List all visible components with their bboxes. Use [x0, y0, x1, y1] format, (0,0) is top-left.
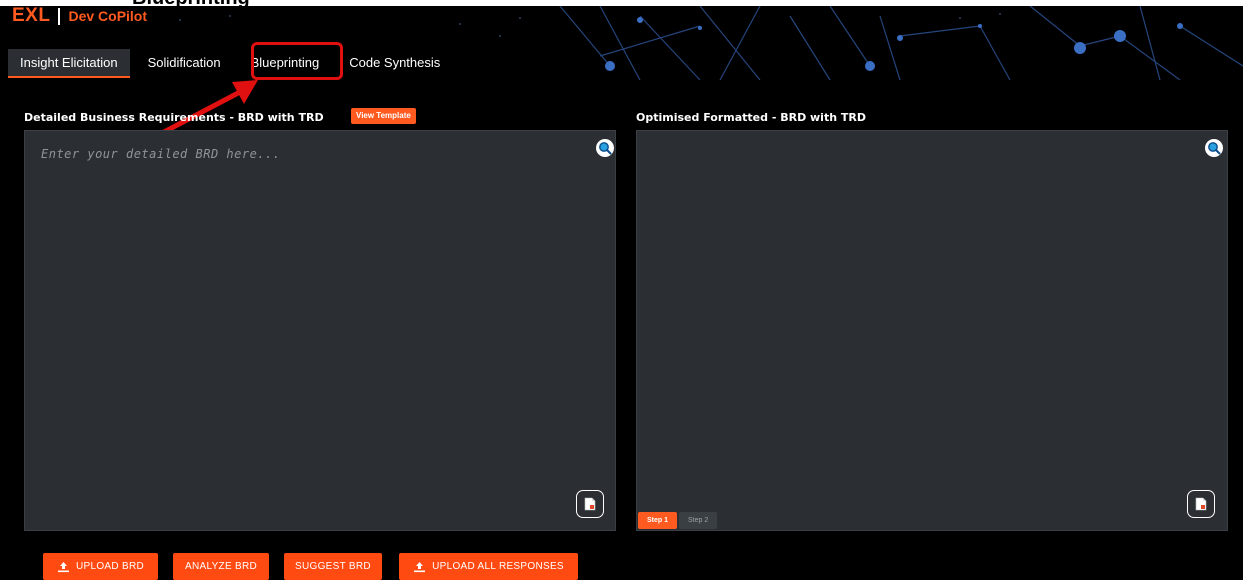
suggest-brd-button[interactable]: SUGGEST BRD [284, 553, 382, 580]
app-window: EXL Dev CoPilot Insight Elicitation Soli… [0, 6, 1243, 580]
document-icon [584, 497, 596, 511]
tab-code-synthesis[interactable]: Code Synthesis [337, 49, 452, 76]
brand-separator [58, 7, 61, 25]
upload-brd-button[interactable]: UPLOAD BRD [43, 553, 158, 580]
brd-input-panel [24, 130, 616, 531]
tab-solidification[interactable]: Solidification [136, 49, 233, 76]
upload-all-responses-label: UPLOAD ALL RESPONSES [432, 561, 564, 572]
search-icon [1208, 142, 1221, 155]
blueprinting-highlight-box [251, 42, 343, 80]
annotation-arrow [161, 80, 258, 135]
analyze-brd-button[interactable]: ANALYZE BRD [173, 553, 269, 580]
search-icon [599, 142, 612, 155]
upload-icon [57, 561, 69, 572]
right-search-button[interactable] [1205, 139, 1223, 157]
tab-insight-elicitation[interactable]: Insight Elicitation [8, 49, 130, 78]
brd-input[interactable] [25, 131, 615, 530]
analyze-brd-label: ANALYZE BRD [184, 561, 258, 572]
optimised-output-panel [636, 130, 1228, 531]
main-tabs: Insight Elicitation Solidification Bluep… [8, 49, 452, 79]
suggest-brd-label: SUGGEST BRD [295, 561, 371, 572]
upload-icon [414, 561, 426, 572]
step-tabs: Step 1 Step 2 [638, 512, 719, 529]
brand-logo: EXL Dev CoPilot [12, 6, 147, 26]
brand-exl: EXL [12, 6, 51, 26]
right-panel-title: Optimised Formatted - BRD with TRD [636, 111, 866, 124]
upload-brd-label: UPLOAD BRD [75, 561, 144, 572]
left-panel-title: Detailed Business Requirements - BRD wit… [24, 111, 324, 124]
step-2-tab[interactable]: Step 2 [679, 512, 718, 529]
step-1-tab[interactable]: Step 1 [638, 512, 678, 529]
left-search-button[interactable] [596, 139, 614, 157]
upload-all-responses-button[interactable]: UPLOAD ALL RESPONSES [399, 553, 578, 580]
left-document-button[interactable] [576, 490, 604, 518]
brand-product-name: Dev CoPilot [68, 8, 148, 24]
document-icon [1195, 497, 1207, 511]
right-document-button[interactable] [1187, 490, 1215, 518]
view-template-button[interactable]: View Template [351, 108, 416, 124]
